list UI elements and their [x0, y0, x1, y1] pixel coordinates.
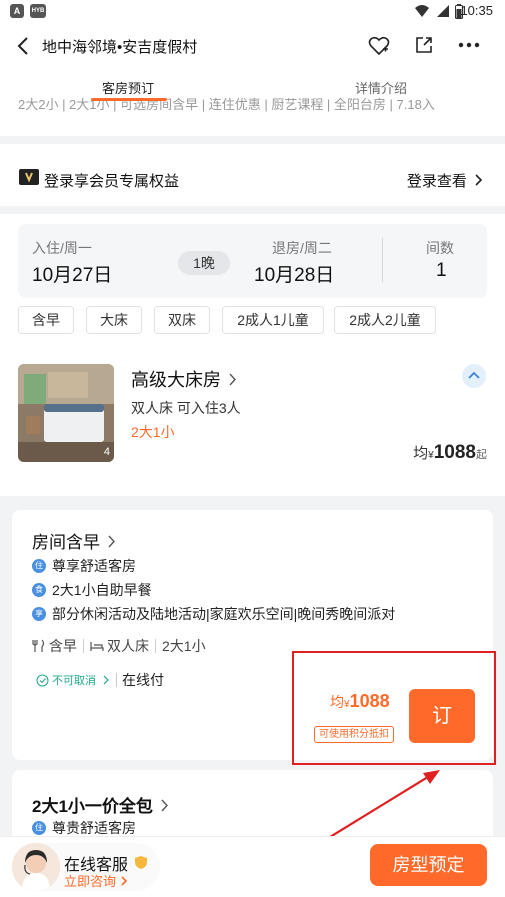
customer-service-button[interactable]: 在线客服 立即咨询 [12, 843, 160, 891]
tag-bed: 双人床 [107, 638, 149, 654]
favorite-heart-icon[interactable] [368, 35, 390, 57]
cancel-policy-label: 不可取消 [52, 675, 96, 687]
collapse-button[interactable] [462, 364, 486, 388]
checkout-date[interactable]: 10月28日 [254, 260, 334, 287]
tab-room-booking[interactable]: 客房预订 [102, 78, 154, 97]
plan-item-text: 尊贵舒适客房 [52, 820, 136, 836]
stay-icon: 住 [32, 821, 46, 835]
clock: 10:35 [460, 3, 493, 18]
price-suffix: 起 [476, 449, 487, 461]
member-banner[interactable]: 登录享会员专属权益 登录查看 [0, 144, 505, 206]
login-link-label: 登录查看 [406, 173, 467, 190]
checkin-date[interactable]: 10月27日 [32, 260, 112, 287]
quick-tag-strip[interactable]: 2大2小 | 2大1小 | 可选房间含早 | 连住优惠 | 厨艺课程 | 全阳台… [0, 96, 505, 136]
share-icon[interactable] [414, 35, 434, 55]
room-name-label: 高级大床房 [131, 370, 221, 390]
cs-subtitle: 立即咨询 [64, 871, 128, 890]
more-options-icon[interactable] [458, 42, 480, 48]
price-value: 1088 [433, 442, 476, 463]
chevron-up-icon [468, 371, 480, 379]
room-type-book-button[interactable]: 房型预定 [370, 844, 487, 886]
quick-tag-text: 2大2小 | 2大1小 | 可选房间含早 | 连住优惠 | 厨艺课程 | 全阳台… [18, 97, 435, 112]
highlight-annotation-box [292, 651, 496, 765]
divider [382, 238, 383, 282]
stay-icon: 住 [32, 559, 46, 573]
check-circle-icon [36, 674, 49, 686]
tag-occupancy: 2大1小 [162, 638, 206, 654]
login-link[interactable]: 登录查看 [407, 170, 483, 191]
bed-icon [90, 642, 104, 651]
status-bar: A HYB 10:35 [0, 0, 505, 24]
shield-badge-icon [135, 856, 148, 869]
separator [116, 673, 117, 687]
chevron-right-icon [108, 535, 115, 548]
active-tab-indicator [91, 98, 167, 101]
wifi-icon [415, 5, 429, 17]
price-prefix: 均 [413, 445, 429, 462]
plan-item-text: 2大1小自助早餐 [52, 582, 152, 598]
rooms-label: 间数 [426, 240, 454, 256]
payment-type: 在线付 [122, 672, 164, 688]
filter-2adult-1child[interactable]: 2成人1儿童 [222, 306, 324, 334]
separator [155, 639, 156, 653]
plan-tags: 含早 双人床 2大1小 [32, 636, 206, 656]
agent-avatar [12, 843, 60, 891]
plan-item: 享部分休闲活动及陆地活动|家庭欢乐空间|晚间秀晚间派对 [32, 604, 395, 624]
filter-2adult-2child[interactable]: 2成人2儿童 [334, 306, 436, 334]
separator [83, 639, 84, 653]
plan-title[interactable]: 2大1小一价全包 [32, 792, 169, 817]
filter-breakfast[interactable]: 含早 [18, 306, 74, 334]
room-photo[interactable]: 4 [18, 364, 114, 462]
photo-count: 4 [103, 446, 110, 458]
member-text: 登录享会员专属权益 [44, 173, 180, 190]
nights-badge: 1晚 [178, 251, 230, 275]
tab-details[interactable]: 详情介绍 [355, 78, 407, 97]
chevron-right-icon [103, 675, 109, 685]
room-photo-image [18, 364, 114, 462]
checkin-label: 入住/周一 [32, 240, 92, 256]
chevron-right-icon [229, 373, 236, 386]
hotel-title: 地中海邻境•安吉度假村 [42, 39, 198, 56]
plan-title-label: 2大1小一价全包 [32, 797, 153, 816]
cutlery-icon [32, 639, 45, 652]
room-price: 均¥1088起 [413, 442, 487, 464]
date-picker[interactable]: 入住/周一 10月27日 1晚 退房/周二 10月28日 间数 1 [18, 224, 487, 298]
chevron-right-icon [161, 799, 168, 812]
tag-breakfast: 含早 [49, 638, 77, 654]
plan-title[interactable]: 房间含早 [32, 528, 116, 553]
chevron-right-icon [475, 174, 483, 186]
filter-twin-bed[interactable]: 双床 [154, 306, 210, 334]
enjoy-icon: 享 [32, 607, 46, 621]
cs-subtitle-label: 立即咨询 [64, 874, 117, 889]
signal-icon [437, 5, 449, 17]
room-description: 双人床 可入住3人 [131, 400, 241, 416]
top-nav: 地中海邻境•安吉度假村 [0, 24, 505, 68]
bottom-action-bar: 在线客服 立即咨询 房型预定 [0, 836, 505, 897]
plan-item: 食 2大1小自助早餐 [32, 580, 152, 600]
notification-app-icon: HYB [30, 4, 46, 18]
chevron-right-icon [121, 876, 127, 886]
back-arrow-icon[interactable] [16, 36, 30, 56]
filter-king-bed[interactable]: 大床 [86, 306, 142, 334]
plan-title-label: 房间含早 [32, 533, 100, 552]
plan-item: 住尊贵舒适客房 [32, 818, 136, 838]
plan-item-text: 尊享舒适客房 [52, 558, 136, 574]
plan-item: 住尊享舒适客房 [32, 556, 136, 576]
checkout-label: 退房/周二 [272, 240, 332, 256]
member-card-icon [19, 169, 39, 185]
notification-a-icon: A [10, 4, 24, 18]
rooms-count[interactable]: 1 [436, 260, 447, 282]
plan-item-text: 部分休闲活动及陆地活动|家庭欢乐空间|晚间秀晚间派对 [52, 606, 396, 622]
cancel-policy[interactable]: 不可取消 [36, 672, 123, 688]
agent-avatar-image [12, 843, 60, 891]
room-name[interactable]: 高级大床房 [131, 366, 237, 392]
meal-icon: 食 [32, 583, 46, 597]
room-occupancy: 2大1小 [131, 424, 175, 440]
